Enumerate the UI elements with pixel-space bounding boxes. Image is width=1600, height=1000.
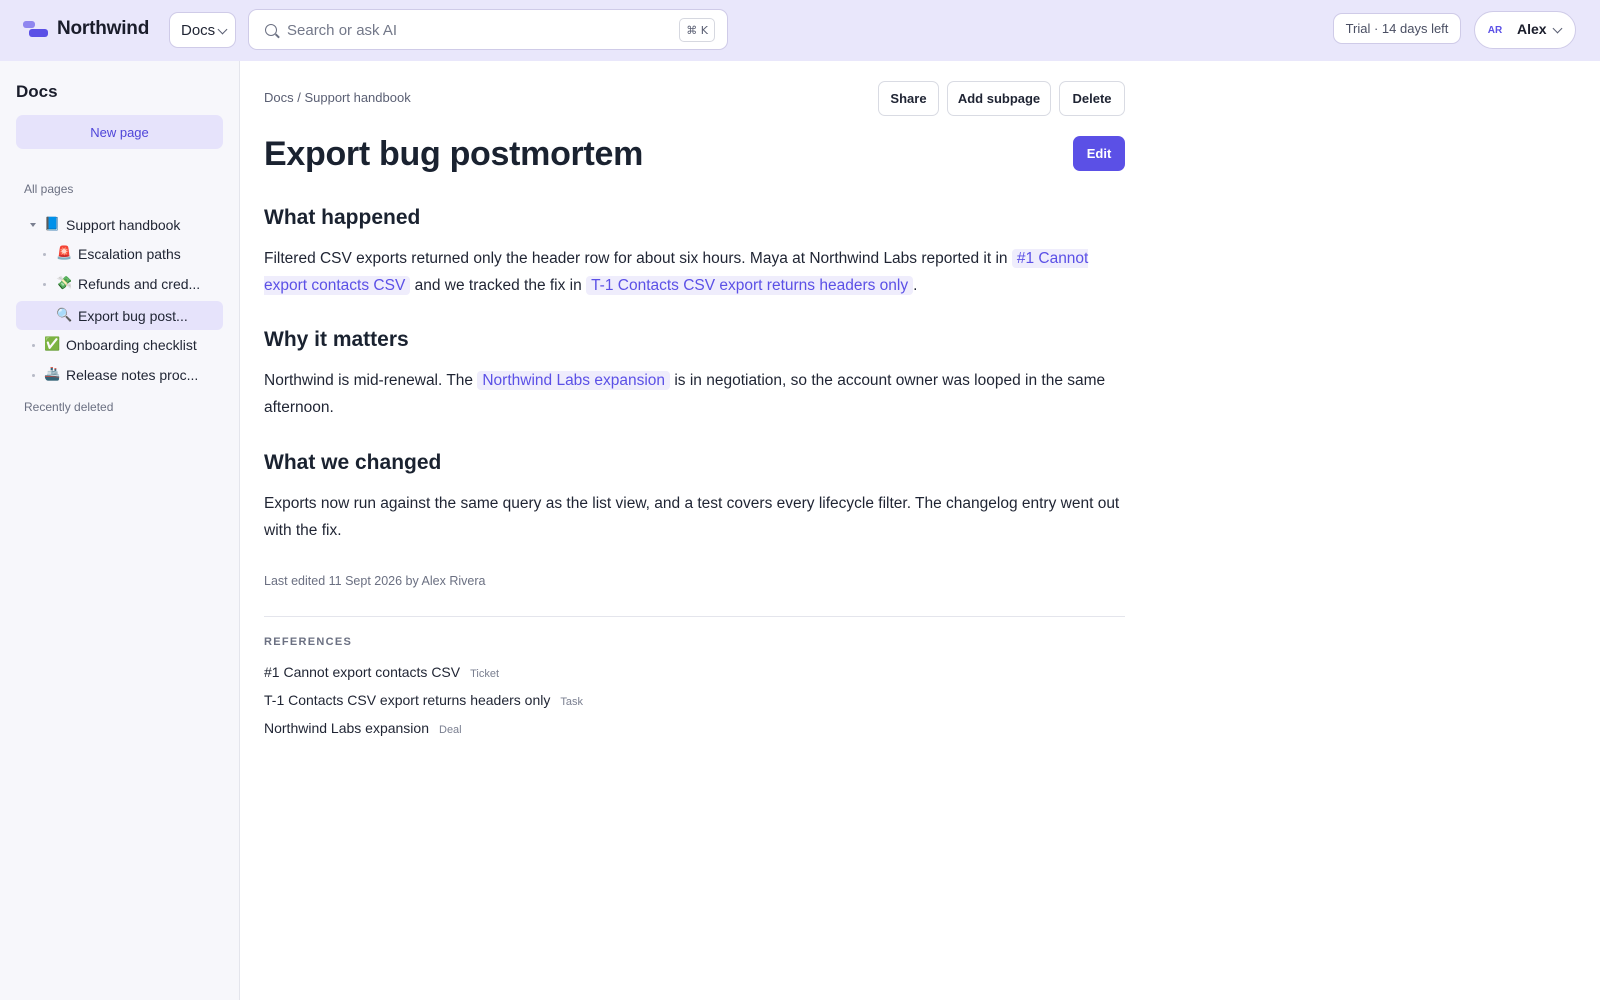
- brand-logo[interactable]: Northwind: [23, 18, 149, 40]
- add-subpage-button[interactable]: Add subpage: [947, 81, 1051, 116]
- sidebar-item-label: Refunds and cred...: [78, 275, 201, 292]
- paragraph-text: .: [913, 277, 918, 294]
- all-pages-link[interactable]: All pages: [24, 182, 73, 196]
- chevron-down-icon: [217, 24, 228, 35]
- search-bar[interactable]: ⌘ K: [248, 9, 728, 50]
- paragraph-text: and we tracked the fix in: [410, 277, 587, 294]
- chevron-down-icon: [1552, 23, 1563, 34]
- checkmark-icon: ✅: [44, 337, 61, 352]
- book-icon: 📘: [44, 217, 61, 232]
- reference-item[interactable]: #1 Cannot export contacts CSV Ticket: [264, 664, 499, 680]
- reference-title[interactable]: #1 Cannot export contacts CSV: [264, 664, 460, 680]
- trial-badge[interactable]: Trial · 14 days left: [1333, 13, 1461, 44]
- reference-item[interactable]: Northwind Labs expansion Deal: [264, 720, 462, 736]
- logo-icon: [23, 18, 49, 40]
- section-heading: What we changed: [264, 451, 442, 474]
- sidebar-item-support-handbook[interactable]: 📘 Support handbook: [44, 210, 224, 239]
- sidebar-item-label: Support handbook: [66, 216, 181, 233]
- sidebar-item-label: Export bug post...: [78, 307, 188, 324]
- section-select-label: Docs: [181, 21, 216, 39]
- tree-bullet: [43, 253, 46, 256]
- edit-button[interactable]: Edit: [1073, 136, 1125, 171]
- reference-type: Deal: [439, 724, 462, 736]
- share-button[interactable]: Share: [878, 81, 939, 116]
- deal-link[interactable]: Northwind Labs expansion: [477, 371, 671, 390]
- siren-icon: 🚨: [56, 246, 73, 261]
- sidebar-item-label: Onboarding checklist: [66, 336, 197, 353]
- tree-bullet: [43, 283, 46, 286]
- tree-bullet: [32, 374, 35, 377]
- section-paragraph: Filtered CSV exports returned only the h…: [264, 245, 1126, 299]
- divider: [264, 616, 1125, 617]
- search-icon: [265, 24, 277, 36]
- sidebar-item-onboarding-checklist[interactable]: ✅ Onboarding checklist: [44, 330, 224, 359]
- references-heading: REFERENCES: [264, 636, 353, 648]
- user-menu[interactable]: AR Alex: [1474, 11, 1576, 49]
- sidebar-item-label: Release notes proc...: [66, 366, 199, 383]
- reference-item[interactable]: T-1 Contacts CSV export returns headers …: [264, 692, 583, 708]
- section-paragraph: Northwind is mid-renewal. The Northwind …: [264, 367, 1126, 421]
- sidebar-item-refunds[interactable]: 💸 Refunds and cred...: [56, 269, 224, 298]
- new-page-button[interactable]: New page: [16, 115, 223, 149]
- section-select[interactable]: Docs: [169, 12, 236, 48]
- reference-type: Ticket: [470, 668, 500, 680]
- sidebar: Docs New page All pages 📘 Support handbo…: [0, 61, 240, 1000]
- section-paragraph: Exports now run against the same query a…: [264, 495, 1120, 539]
- sidebar-item-label: Escalation paths: [78, 245, 181, 262]
- reference-title[interactable]: Northwind Labs expansion: [264, 720, 429, 736]
- brand-name: Northwind: [57, 18, 150, 39]
- top-bar: Northwind Docs ⌘ K Trial · 14 days left …: [0, 0, 1600, 61]
- avatar: AR: [1487, 24, 1503, 36]
- paragraph-text: Filtered CSV exports returned only the h…: [264, 250, 1012, 267]
- section-heading: Why it matters: [264, 328, 409, 351]
- search-shortcut-hint: ⌘ K: [679, 18, 715, 42]
- paragraph-text: Northwind is mid-renewal. The: [264, 372, 478, 389]
- sidebar-item-export-bug-postmortem[interactable]: 🔍 Export bug post...: [16, 301, 223, 330]
- recently-deleted-link[interactable]: Recently deleted: [24, 400, 113, 414]
- expand-caret-icon[interactable]: [30, 223, 36, 227]
- ship-icon: 🚢: [44, 367, 61, 382]
- money-icon: 💸: [56, 276, 73, 291]
- delete-button[interactable]: Delete: [1059, 81, 1125, 116]
- tree-bullet: [32, 344, 35, 347]
- task-link[interactable]: T-1 Contacts CSV export returns headers …: [586, 276, 914, 295]
- sidebar-item-escalation-paths[interactable]: 🚨 Escalation paths: [56, 239, 224, 268]
- sidebar-title: Docs: [16, 82, 58, 101]
- search-input[interactable]: [287, 18, 657, 42]
- reference-type: Task: [560, 696, 583, 708]
- reference-title[interactable]: T-1 Contacts CSV export returns headers …: [264, 692, 550, 708]
- user-name: Alex: [1517, 21, 1547, 37]
- magnifier-icon: 🔍: [56, 308, 73, 323]
- page-title: Export bug postmortem: [264, 135, 644, 173]
- sidebar-item-release-notes[interactable]: 🚢 Release notes proc...: [44, 360, 224, 389]
- section-heading: What happened: [264, 206, 421, 229]
- last-edited-info: Last edited 11 Sept 2026 by Alex Rivera: [264, 574, 486, 588]
- breadcrumb[interactable]: Docs / Support handbook: [264, 90, 411, 105]
